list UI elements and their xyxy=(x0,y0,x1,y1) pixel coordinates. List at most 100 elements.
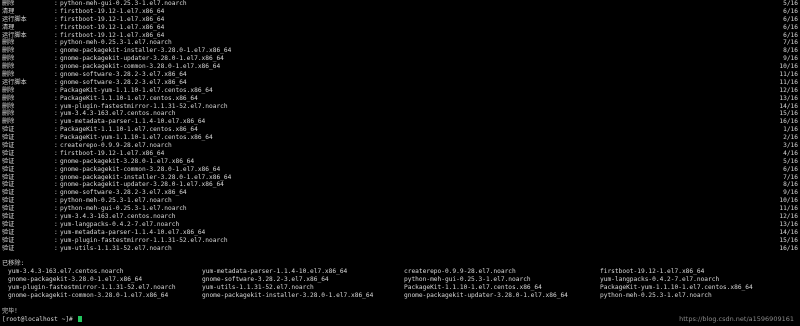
log-row: 验证: gnome-packagekit-installer-3.28.0-1.e… xyxy=(2,174,798,182)
log-row: 验证: yum-plugin-fastestmirror-1.1.31-52.el… xyxy=(2,237,798,245)
log-package: firstboot-19.12-1.el7.x86_64 xyxy=(60,149,165,157)
log-count: 16/16 xyxy=(779,244,798,252)
log-row: 验证: gnome-software-3.28.2-3.el7.x86_64 9/1… xyxy=(2,189,798,197)
removed-package: gnome-packagekit-updater-3.28.0-1.el7.x8… xyxy=(404,291,568,299)
log-action: 删除 xyxy=(2,63,15,71)
log-package: gnome-packagekit-3.28.0-1.el7.x86_64 xyxy=(60,157,195,165)
log-row: 验证: yum-utils-1.1.31-52.el7.noarch 16/16 xyxy=(2,245,798,253)
log-count: 3/16 xyxy=(783,142,798,150)
log-package: yum-plugin-fastestmirror-1.1.31-52.el7.n… xyxy=(60,236,228,244)
log-package: python-meh-0.25.3-1.el7.noarch xyxy=(60,197,172,205)
log-package: gnome-packagekit-updater-3.28.0-1.el7.x8… xyxy=(60,181,224,189)
removed-packages-list: yum-3.4.3-163.el7.centos.noarch yum-metad… xyxy=(2,268,798,300)
log-action: 删除 xyxy=(2,71,15,79)
removed-package: yum-3.4.3-163.el7.centos.noarch xyxy=(8,268,124,276)
removed-package: python-meh-0.25.3-1.el7.noarch xyxy=(600,291,712,299)
log-row: 验证: PackageKit-1.1.10-1.el7.centos.x86_64… xyxy=(2,126,798,134)
log-count: 14/16 xyxy=(779,228,798,236)
removed-row: yum-3.4.3-163.el7.centos.noarch yum-metad… xyxy=(2,268,798,276)
log-action: 验证 xyxy=(2,165,15,173)
log-package: python-meh-gui-0.25.3-1.el7.noarch xyxy=(60,205,187,213)
log-package: firstboot-19.12-1.el7.x86_64 xyxy=(60,15,165,23)
log-row: 验证: yum-3.4.3-163.el7.centos.noarch 12/16 xyxy=(2,213,798,221)
removed-package: yum-langpacks-0.4.2-7.el7.noarch xyxy=(600,276,720,284)
log-package: python-meh-gui-0.25.3-1.el7.noarch xyxy=(60,0,187,7)
log-action: 验证 xyxy=(2,142,15,150)
removed-package: createrepo-0.9.9-28.el7.noarch xyxy=(404,268,516,276)
log-row: 验证: python-meh-gui-0.25.3-1.el7.noarch 11/… xyxy=(2,205,798,213)
log-count: 10/16 xyxy=(779,197,798,205)
log-row: 删除: gnome-packagekit-updater-3.28.0-1.el7… xyxy=(2,55,798,63)
log-row: 运行脚本: firstboot-19.12-1.el7.x86_64 6/16 xyxy=(2,32,798,40)
log-package: PackageKit-yum-1.1.10-1.el7.centos.x86_6… xyxy=(60,86,213,94)
log-action: 清理 xyxy=(2,23,15,31)
removed-row: yum-plugin-fastestmirror-1.1.31-52.el7.n… xyxy=(2,284,798,292)
log-package: gnome-packagekit-installer-3.28.0-1.el7.… xyxy=(60,173,232,181)
log-row: 删除: gnome-software-3.28.2-3.el7.x86_64 11/… xyxy=(2,71,798,79)
log-package: PackageKit-yum-1.1.10-1.el7.centos.x86_6… xyxy=(60,134,213,142)
log-package: yum-metadata-parser-1.1.4-10.el7.x86_64 xyxy=(60,118,206,126)
log-action: 验证 xyxy=(2,228,15,236)
log-count: 9/16 xyxy=(783,189,798,197)
log-action: 运行脚本 xyxy=(2,78,27,86)
log-row: 验证: PackageKit-yum-1.1.10-1.el7.centos.x8… xyxy=(2,134,798,142)
log-action: 验证 xyxy=(2,236,15,244)
log-count: 6/16 xyxy=(783,23,798,31)
log-count: 6/16 xyxy=(783,165,798,173)
log-row: 验证: gnome-packagekit-3.28.0-1.el7.x86_64 5… xyxy=(2,158,798,166)
log-row: 删除: gnome-packagekit-installer-3.28.0-1.e… xyxy=(2,47,798,55)
terminal-window[interactable]: 删除: python-meh-gui-0.25.3-1.el7.noarch 5/1… xyxy=(0,0,800,326)
log-count: 8/16 xyxy=(783,47,798,55)
log-count: 6/16 xyxy=(783,15,798,23)
log-action: 验证 xyxy=(2,197,15,205)
log-action: 运行脚本 xyxy=(2,15,27,23)
log-row: 清理: firstboot-19.12-1.el7.x86_64 6/16 xyxy=(2,24,798,32)
log-count: 7/16 xyxy=(783,173,798,181)
log-count: 12/16 xyxy=(779,213,798,221)
log-count: 13/16 xyxy=(779,220,798,228)
log-package: gnome-packagekit-installer-3.28.0-1.el7.… xyxy=(60,47,232,55)
shell-prompt: [root@localhost ~]# xyxy=(2,315,73,323)
log-count: 4/16 xyxy=(783,149,798,157)
log-row: 验证: firstboot-19.12-1.el7.x86_64 4/16 xyxy=(2,150,798,158)
log-row: 验证: gnome-packagekit-common-3.28.0-1.el7.… xyxy=(2,166,798,174)
log-row: 验证: gnome-packagekit-updater-3.28.0-1.el7… xyxy=(2,181,798,189)
log-action: 验证 xyxy=(2,134,15,142)
log-count: 14/16 xyxy=(779,102,798,110)
log-row: 删除: yum-plugin-fastestmirror-1.1.31-52.el… xyxy=(2,103,798,111)
log-count: 15/16 xyxy=(779,110,798,118)
log-row: 删除: PackageKit-1.1.10-1.el7.centos.x86_64… xyxy=(2,95,798,103)
removed-package: firstboot-19.12-1.el7.x86_64 xyxy=(600,268,705,276)
log-row: 删除: gnome-packagekit-common-3.28.0-1.el7.… xyxy=(2,63,798,71)
log-row: 验证: createrepo-0.9.9-28.el7.noarch 3/16 xyxy=(2,142,798,150)
log-count: 9/16 xyxy=(783,55,798,63)
log-action: 验证 xyxy=(2,205,15,213)
log-action: 验证 xyxy=(2,213,15,221)
log-count: 11/16 xyxy=(779,78,798,86)
log-count: 13/16 xyxy=(779,94,798,102)
log-package: createrepo-0.9.9-28.el7.noarch xyxy=(60,142,172,150)
log-row: 验证: yum-langpacks-0.4.2-7.el7.noarch 13/16 xyxy=(2,221,798,229)
log-count: 8/16 xyxy=(783,181,798,189)
log-action: 验证 xyxy=(2,157,15,165)
log-action: 删除 xyxy=(2,55,15,63)
log-package: gnome-software-3.28.2-3.el7.x86_64 xyxy=(60,71,187,79)
log-action: 验证 xyxy=(2,244,15,252)
log-package: gnome-packagekit-common-3.28.0-1.el7.x86… xyxy=(60,165,221,173)
log-action: 清理 xyxy=(2,7,15,15)
log-count: 2/16 xyxy=(783,134,798,142)
log-package: gnome-software-3.28.2-3.el7.x86_64 xyxy=(60,78,187,86)
log-action: 删除 xyxy=(2,0,15,7)
removed-package: PackageKit-yum-1.1.10-1.el7.centos.x86_6… xyxy=(600,284,753,292)
log-package: yum-3.4.3-163.el7.centos.noarch xyxy=(60,110,176,118)
text-cursor xyxy=(77,315,82,322)
log-action: 删除 xyxy=(2,94,15,102)
watermark: https://blog.csdn.net/a1596909161 xyxy=(679,315,794,324)
log-row: 验证: yum-metadata-parser-1.1.4-10.el7.x86_… xyxy=(2,229,798,237)
log-package: yum-utils-1.1.31-52.el7.noarch xyxy=(60,244,172,252)
log-count: 7/16 xyxy=(783,39,798,47)
log-count: 12/16 xyxy=(779,86,798,94)
log-package: yum-langpacks-0.4.2-7.el7.noarch xyxy=(60,220,180,228)
